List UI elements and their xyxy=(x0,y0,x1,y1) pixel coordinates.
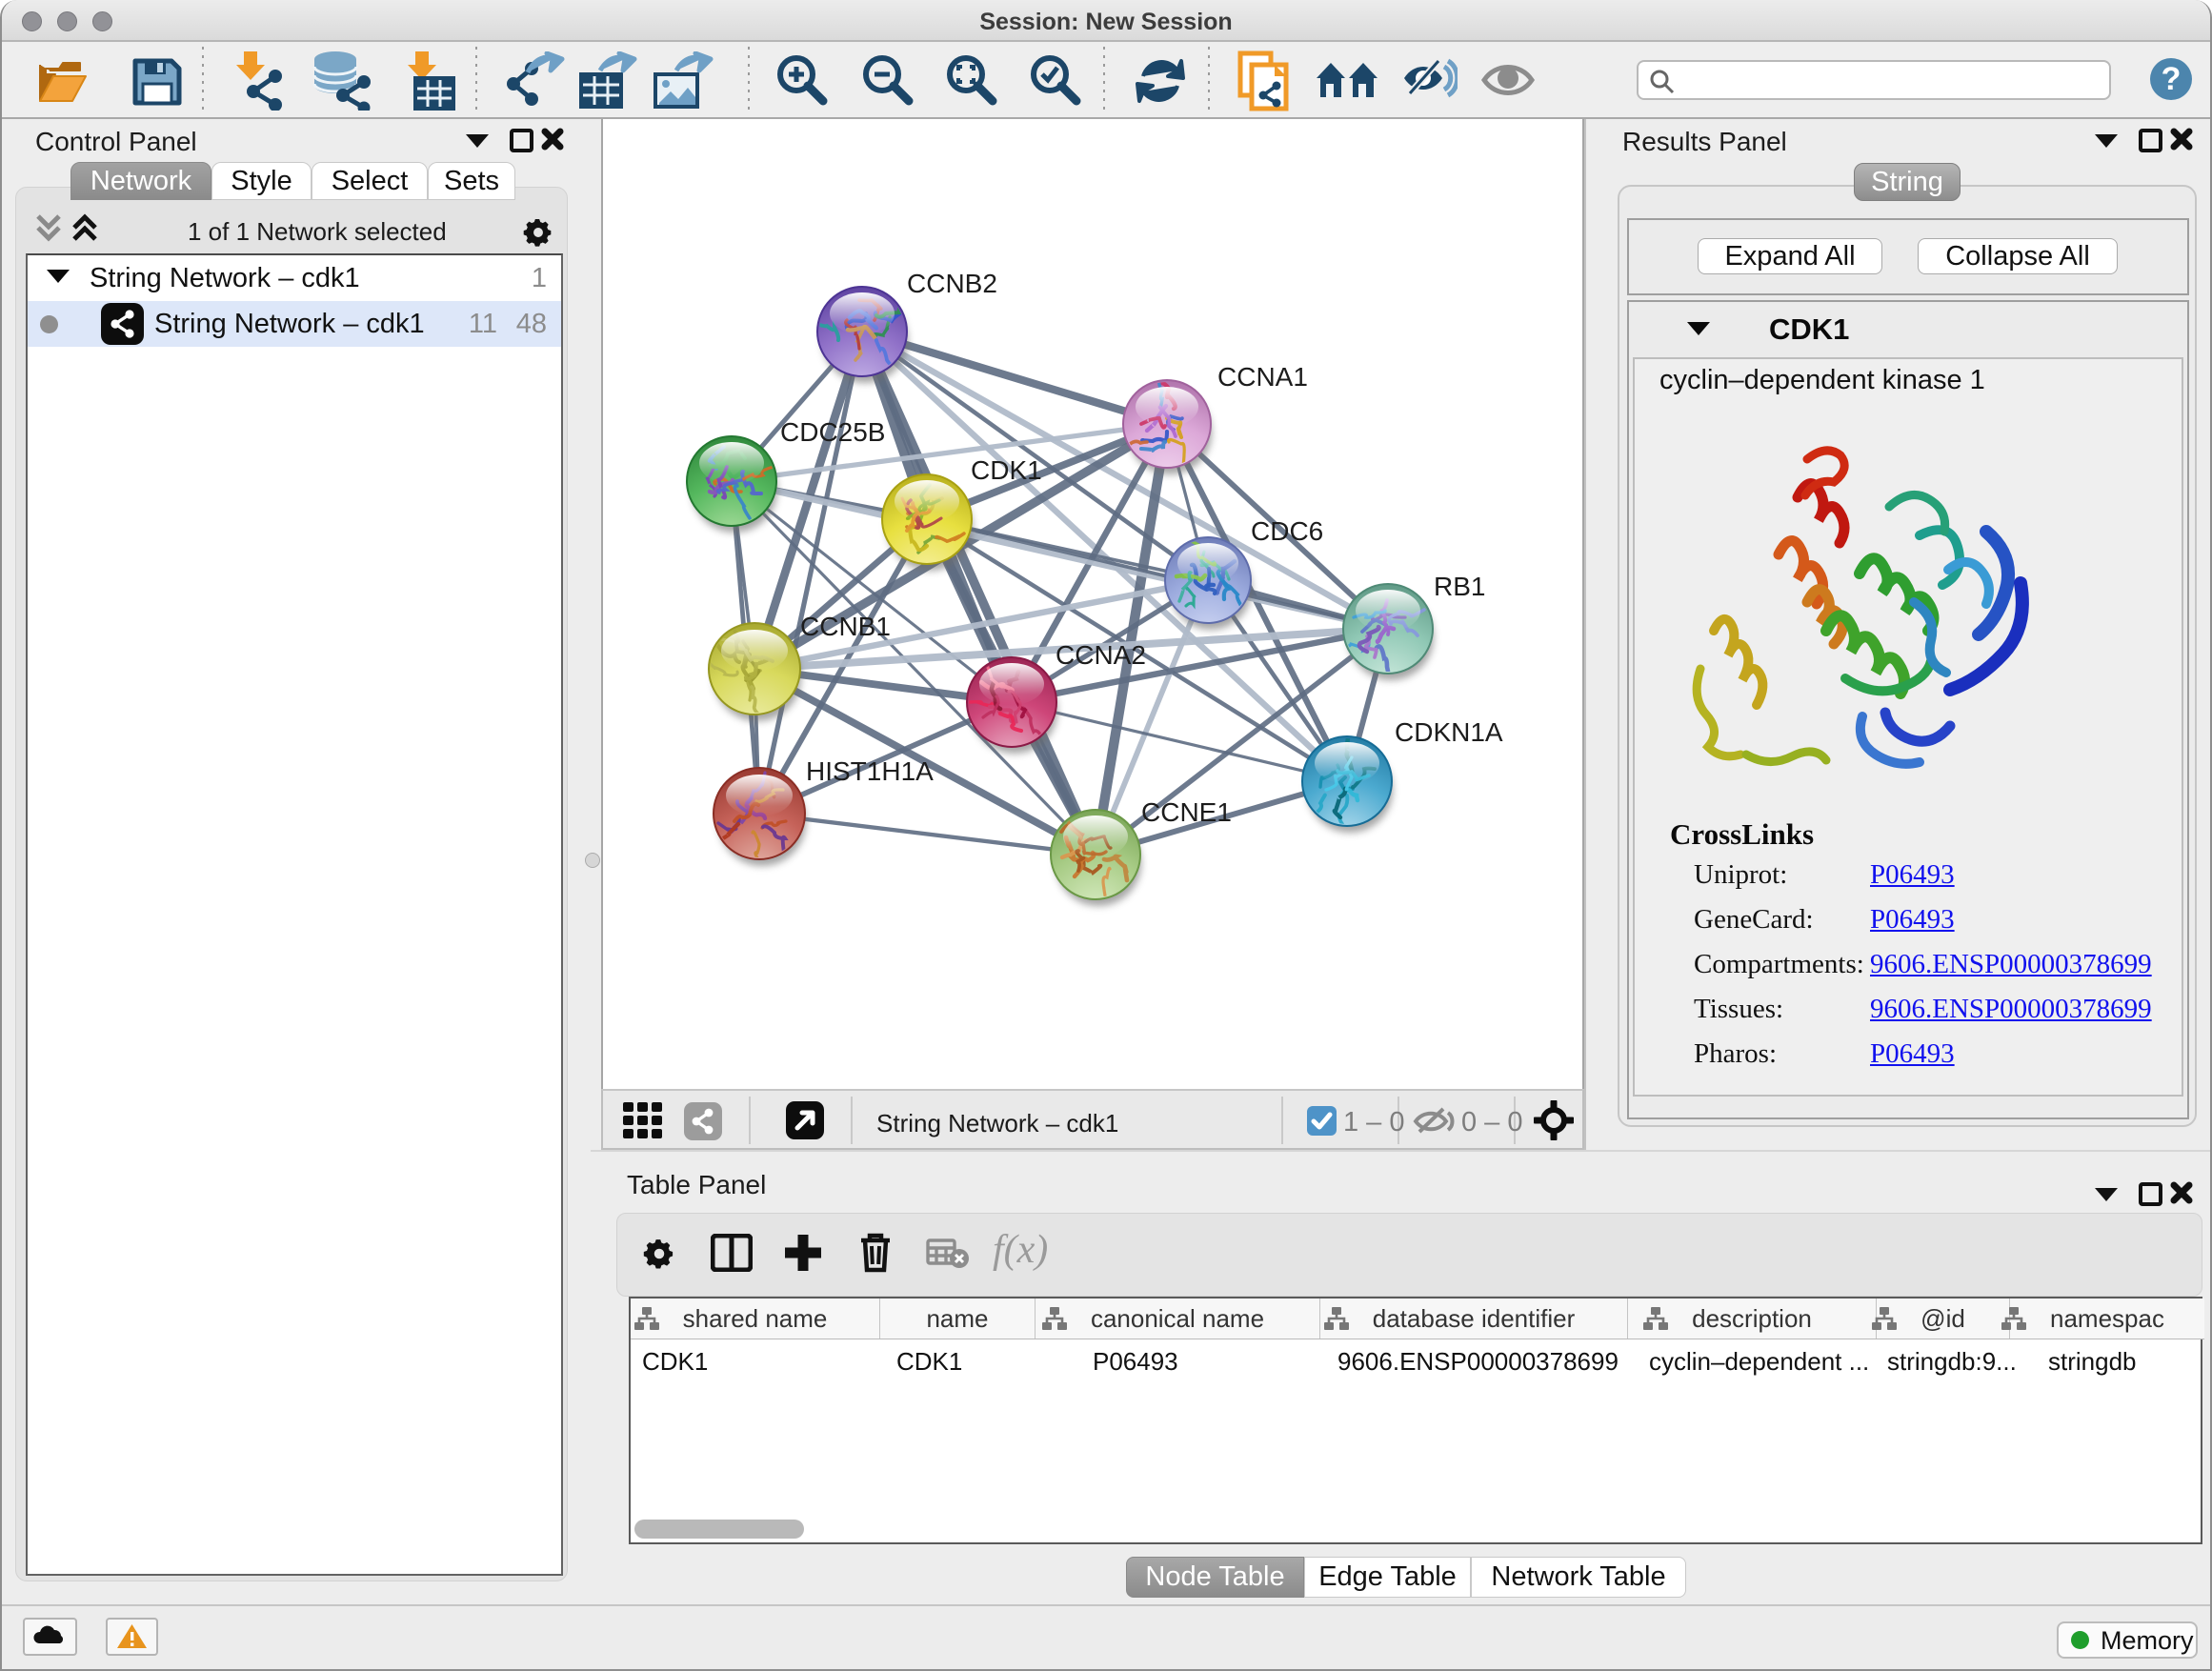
svg-text:CDK1: CDK1 xyxy=(971,455,1042,485)
svg-text:CCNB1: CCNB1 xyxy=(800,612,891,641)
svg-text:CCNE1: CCNE1 xyxy=(1141,797,1232,827)
svg-text:CDKN1A: CDKN1A xyxy=(1395,717,1503,747)
svg-text:CDC6: CDC6 xyxy=(1251,516,1323,546)
svg-text:CCNB2: CCNB2 xyxy=(907,269,997,298)
svg-text:CDC25B: CDC25B xyxy=(780,417,885,447)
svg-text:CCNA1: CCNA1 xyxy=(1217,362,1308,392)
svg-text:CCNA2: CCNA2 xyxy=(1056,640,1146,670)
svg-text:RB1: RB1 xyxy=(1434,572,1485,601)
svg-text:HIST1H1A: HIST1H1A xyxy=(806,756,934,786)
